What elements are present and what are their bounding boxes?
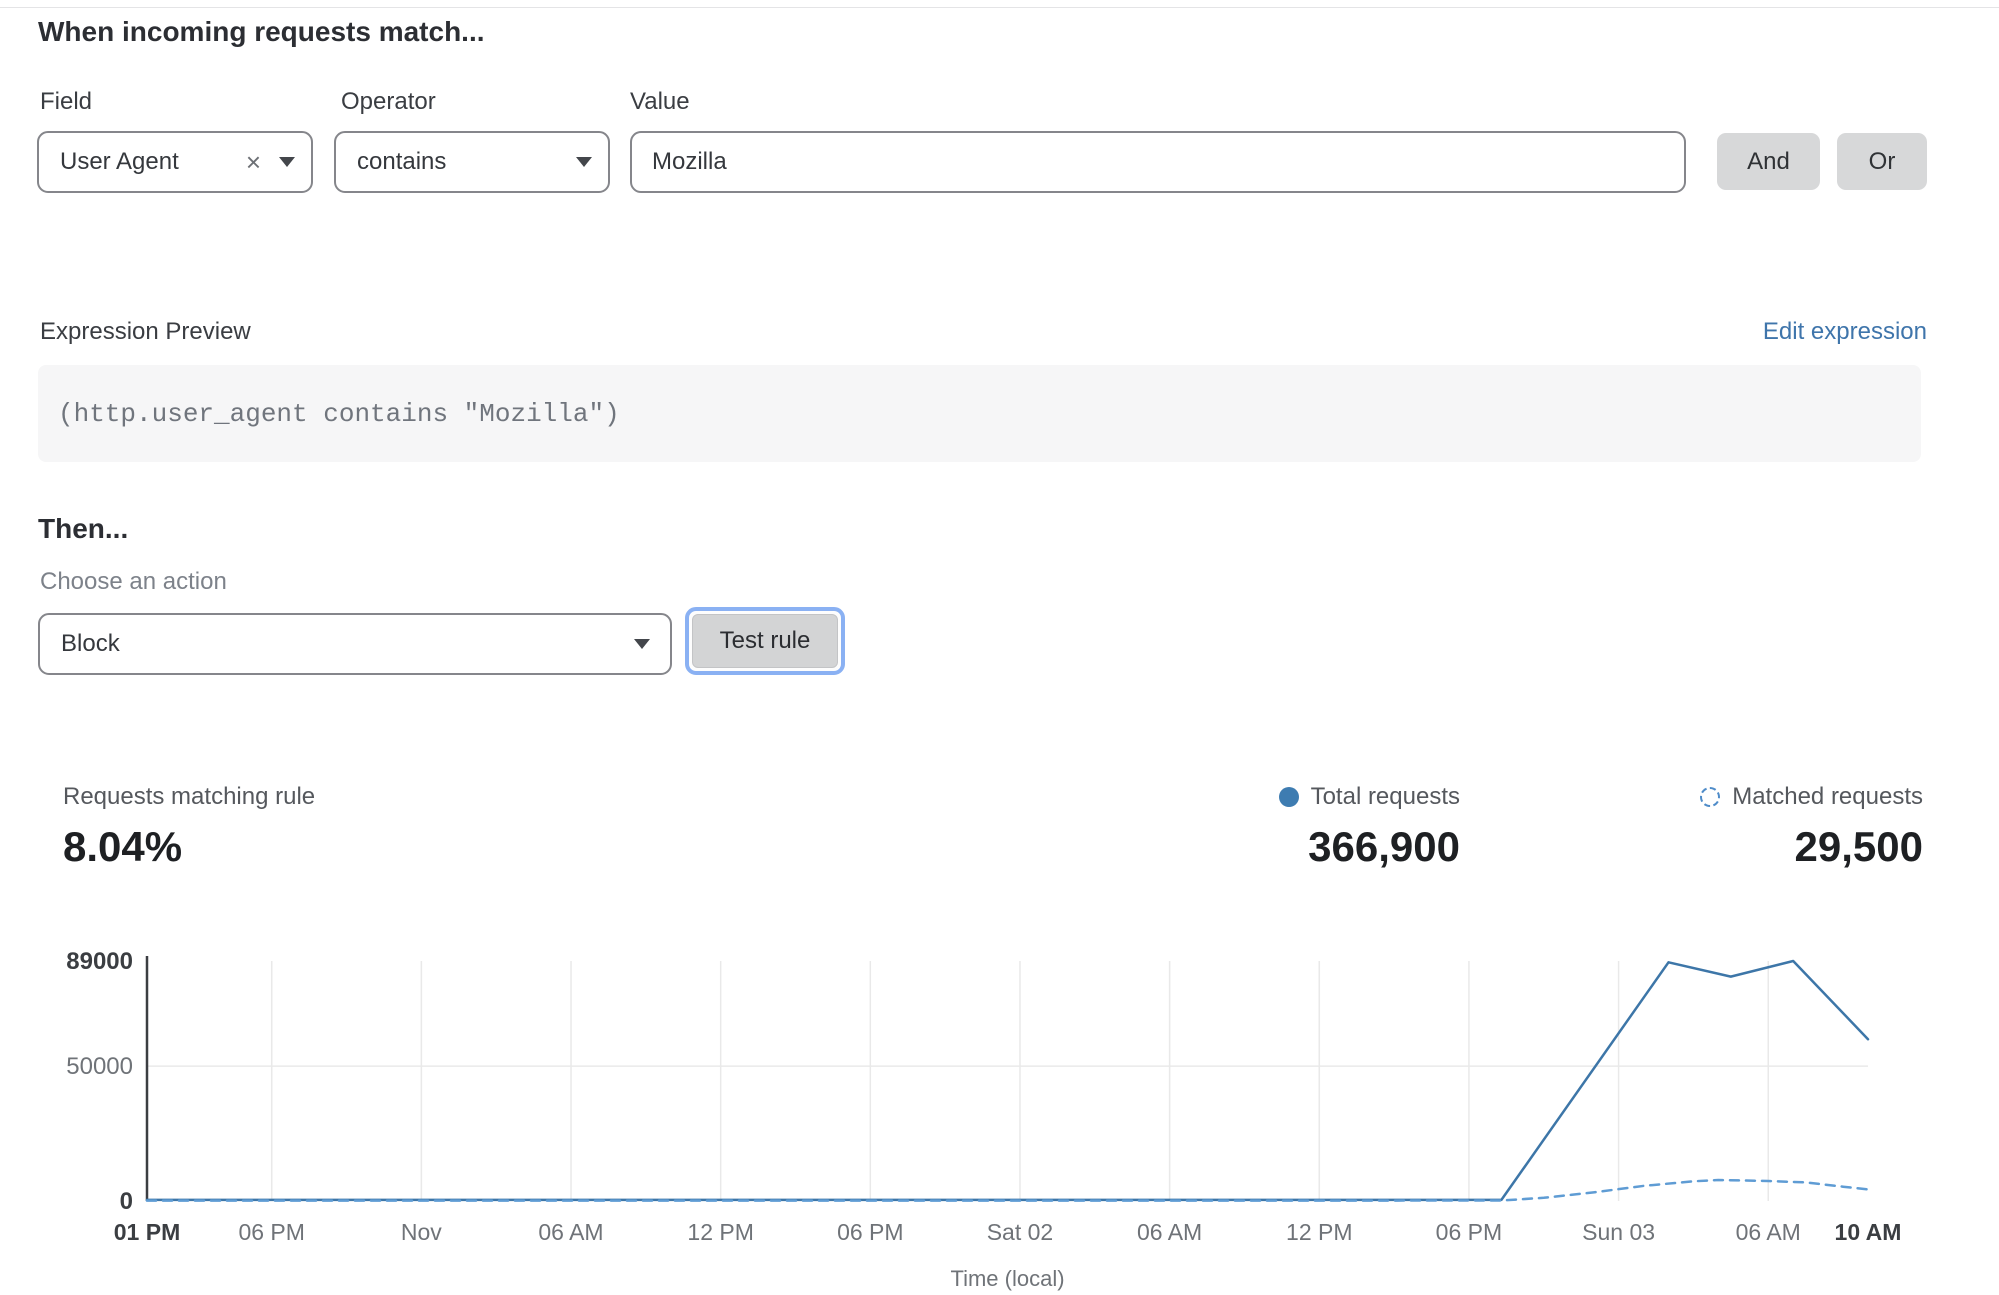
matched-requests-dashed-circle-icon <box>1700 787 1720 807</box>
total-requests-stat: Total requests 366,900 <box>1150 783 1460 871</box>
field-select-value: User Agent <box>60 148 246 176</box>
edit-expression-link[interactable]: Edit expression <box>1763 318 1927 346</box>
expression-code: (http.user_agent contains "Mozilla") <box>58 399 620 429</box>
stat-value: 29,500 <box>1600 823 1923 871</box>
svg-text:Sun 03: Sun 03 <box>1582 1219 1655 1245</box>
requests-matching-stat: Requests matching rule 8.04% <box>63 783 315 871</box>
svg-text:50000: 50000 <box>66 1053 133 1080</box>
operator-label: Operator <box>341 88 436 116</box>
expression-preview-box: (http.user_agent contains "Mozilla") <box>38 365 1921 462</box>
svg-text:Nov: Nov <box>401 1219 442 1245</box>
svg-text:06 AM: 06 AM <box>1736 1219 1801 1245</box>
page-title: When incoming requests match... <box>38 16 485 48</box>
svg-text:10 AM: 10 AM <box>1835 1219 1902 1245</box>
action-select[interactable]: Block <box>38 613 672 675</box>
svg-text:89000: 89000 <box>66 948 133 975</box>
chevron-down-icon[interactable] <box>576 157 592 167</box>
svg-text:12 PM: 12 PM <box>1286 1219 1352 1245</box>
stat-value: 366,900 <box>1150 823 1460 871</box>
matched-requests-stat: Matched requests 29,500 <box>1600 783 1923 871</box>
svg-text:Sat 02: Sat 02 <box>987 1219 1054 1245</box>
field-label: Field <box>40 88 92 116</box>
test-rule-focus-ring: Test rule <box>685 607 845 675</box>
firewall-rule-builder: When incoming requests match... Field Op… <box>0 0 1999 1295</box>
clear-icon[interactable]: × <box>246 149 261 175</box>
svg-text:0: 0 <box>120 1188 133 1215</box>
choose-action-label: Choose an action <box>40 568 227 596</box>
then-heading: Then... <box>38 513 128 545</box>
top-divider <box>0 7 1999 8</box>
value-input[interactable] <box>630 131 1686 193</box>
svg-text:06 PM: 06 PM <box>837 1219 903 1245</box>
or-button[interactable]: Or <box>1837 133 1927 190</box>
operator-select[interactable]: contains <box>334 131 610 193</box>
chevron-down-icon[interactable] <box>279 157 295 167</box>
svg-text:06 AM: 06 AM <box>1137 1219 1202 1245</box>
expression-preview-label: Expression Preview <box>40 318 251 346</box>
chevron-down-icon[interactable] <box>634 639 650 649</box>
requests-line-chart: 0 50000 89000 01 PM 06 PM Nov 06 AM 12 PM 06 PM S… <box>0 935 1999 1295</box>
svg-text:06 PM: 06 PM <box>238 1219 304 1245</box>
operator-select-value: contains <box>357 148 576 176</box>
svg-text:06 AM: 06 AM <box>538 1219 603 1245</box>
stat-label: Requests matching rule <box>63 783 315 811</box>
svg-text:06 PM: 06 PM <box>1436 1219 1502 1245</box>
total-requests-dot-icon <box>1279 787 1299 807</box>
svg-text:Time (local): Time (local) <box>950 1266 1064 1291</box>
stat-label: Total requests <box>1311 783 1460 811</box>
value-label: Value <box>630 88 690 116</box>
svg-text:01 PM: 01 PM <box>114 1219 180 1245</box>
svg-text:12 PM: 12 PM <box>687 1219 753 1245</box>
action-select-value: Block <box>61 630 634 658</box>
stat-label: Matched requests <box>1732 783 1923 811</box>
field-select[interactable]: User Agent × <box>37 131 313 193</box>
stat-value: 8.04% <box>63 823 315 871</box>
test-rule-button[interactable]: Test rule <box>692 614 838 668</box>
and-button[interactable]: And <box>1717 133 1820 190</box>
